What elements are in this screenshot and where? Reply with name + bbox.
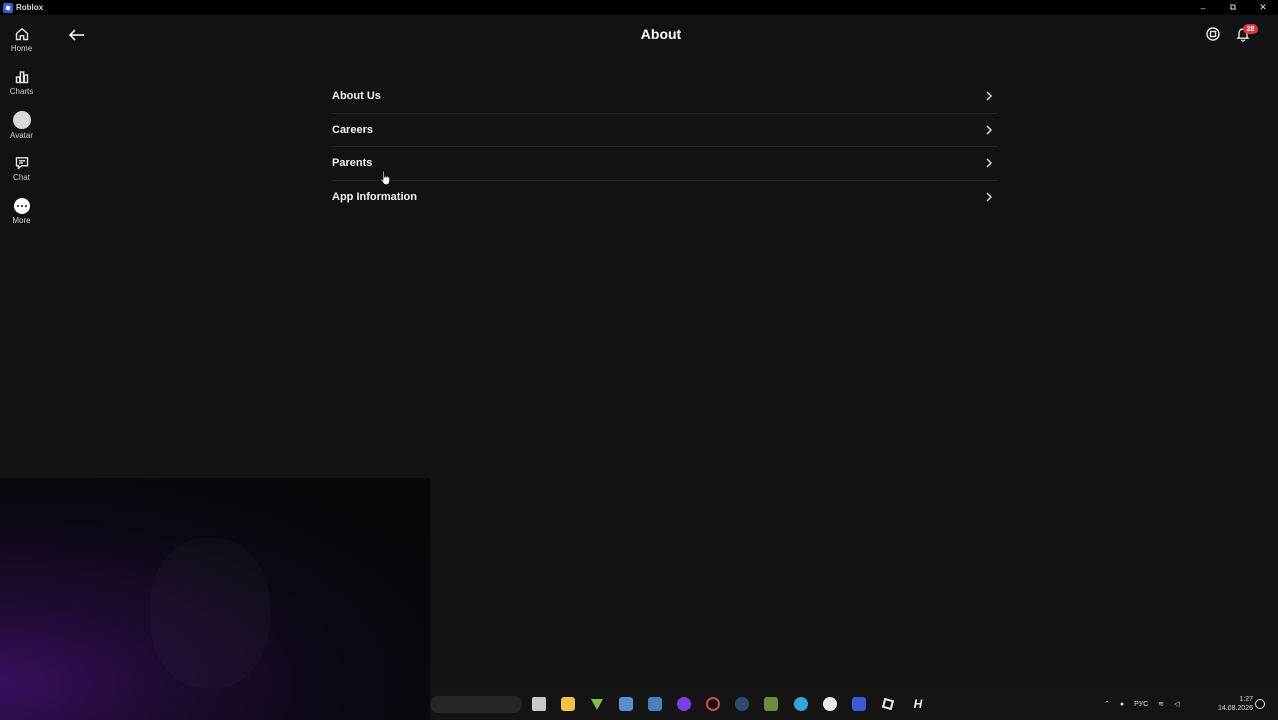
notification-count-badge: 28 xyxy=(1243,24,1258,34)
language-indicator[interactable]: РУС xyxy=(1134,701,1148,708)
telegram-icon[interactable] xyxy=(794,697,808,711)
calculator-icon[interactable] xyxy=(619,697,633,711)
system-tray: ⌃ ● РУС ≋ ◁ xyxy=(1104,688,1179,720)
chevron-right-icon xyxy=(982,123,996,137)
microphone-icon[interactable]: ● xyxy=(1120,701,1124,708)
about-menu-list: About Us Careers Parents App Information xyxy=(332,80,998,214)
chevron-up-icon[interactable]: ⌃ xyxy=(1104,700,1110,708)
nav-label: Avatar xyxy=(10,131,33,140)
volume-icon[interactable]: ◁ xyxy=(1174,700,1179,708)
roblox-icon[interactable] xyxy=(852,697,866,711)
menu-item-careers[interactable]: Careers xyxy=(332,114,998,147)
menu-item-about-us[interactable]: About Us xyxy=(332,80,998,114)
menu-item-label: Parents xyxy=(332,157,373,170)
nav-item-avatar[interactable]: Avatar xyxy=(0,106,43,149)
menu-item-label: App Information xyxy=(332,191,417,204)
taskbar-search-box[interactable] xyxy=(430,696,522,713)
nav-label: Chat xyxy=(13,173,30,182)
windows-taskbar: H ⌃ ● РУС ≋ ◁ 1:27 14.08.2026 xyxy=(430,688,1278,720)
hypixel-icon[interactable]: H xyxy=(911,697,925,711)
clock-time: 1:27 xyxy=(1239,696,1253,703)
menu-item-app-information[interactable]: App Information xyxy=(332,181,998,215)
steam-icon[interactable] xyxy=(735,697,749,711)
folder-icon[interactable] xyxy=(561,697,575,711)
left-navigation: Home Charts Avatar Chat More xyxy=(0,20,43,235)
chat-icon xyxy=(15,157,28,170)
robux-button[interactable] xyxy=(1204,25,1222,43)
nav-item-home[interactable]: Home xyxy=(0,20,43,63)
clock-date: 14.08.2026 xyxy=(1217,705,1253,712)
page-title: About xyxy=(640,26,682,42)
menu-item-label: Careers xyxy=(332,123,373,136)
minimize-button[interactable]: – xyxy=(1188,0,1218,15)
more-icon xyxy=(13,198,30,214)
charts-icon xyxy=(15,71,28,84)
chevron-right-icon xyxy=(982,89,996,103)
roblox-studio-icon[interactable] xyxy=(881,697,895,711)
vegas-icon[interactable] xyxy=(590,697,604,711)
home-icon xyxy=(15,27,28,41)
maximize-button[interactable]: ⧉ xyxy=(1218,0,1248,15)
nav-label: More xyxy=(12,216,31,225)
chrome-icon[interactable] xyxy=(706,697,720,711)
notification-center-icon[interactable] xyxy=(1255,699,1265,709)
back-button[interactable] xyxy=(66,24,88,46)
wifi-icon[interactable]: ≋ xyxy=(1158,700,1164,708)
nav-label: Charts xyxy=(9,87,34,96)
nav-label: Home xyxy=(10,44,33,53)
window-title: Roblox xyxy=(16,3,44,12)
minecraft-icon[interactable] xyxy=(764,697,778,711)
window-title-bar: Roblox – ⧉ ✕ xyxy=(0,0,1278,15)
yandex-icon[interactable] xyxy=(823,697,837,711)
nav-item-charts[interactable]: Charts xyxy=(0,63,43,106)
roblox-app-icon xyxy=(3,2,13,13)
close-button[interactable]: ✕ xyxy=(1248,0,1278,15)
nav-item-chat[interactable]: Chat xyxy=(0,149,43,192)
hand-cursor-icon xyxy=(380,170,391,186)
robux-icon xyxy=(1206,27,1220,41)
taskbar-clock[interactable]: 1:27 14.08.2026 xyxy=(1209,695,1253,713)
chevron-right-icon xyxy=(982,156,996,170)
back-arrow-icon xyxy=(68,29,84,41)
menu-item-parents[interactable]: Parents xyxy=(332,147,998,181)
avatar-icon xyxy=(12,111,31,129)
mail-icon[interactable] xyxy=(648,697,662,711)
nav-item-more[interactable]: More xyxy=(0,192,43,235)
chevron-right-icon xyxy=(982,190,996,204)
menu-item-label: About Us xyxy=(332,90,381,103)
file-explorer-icon[interactable] xyxy=(532,697,546,711)
webcam-overlay xyxy=(0,478,430,720)
discord-icon[interactable] xyxy=(677,697,691,711)
